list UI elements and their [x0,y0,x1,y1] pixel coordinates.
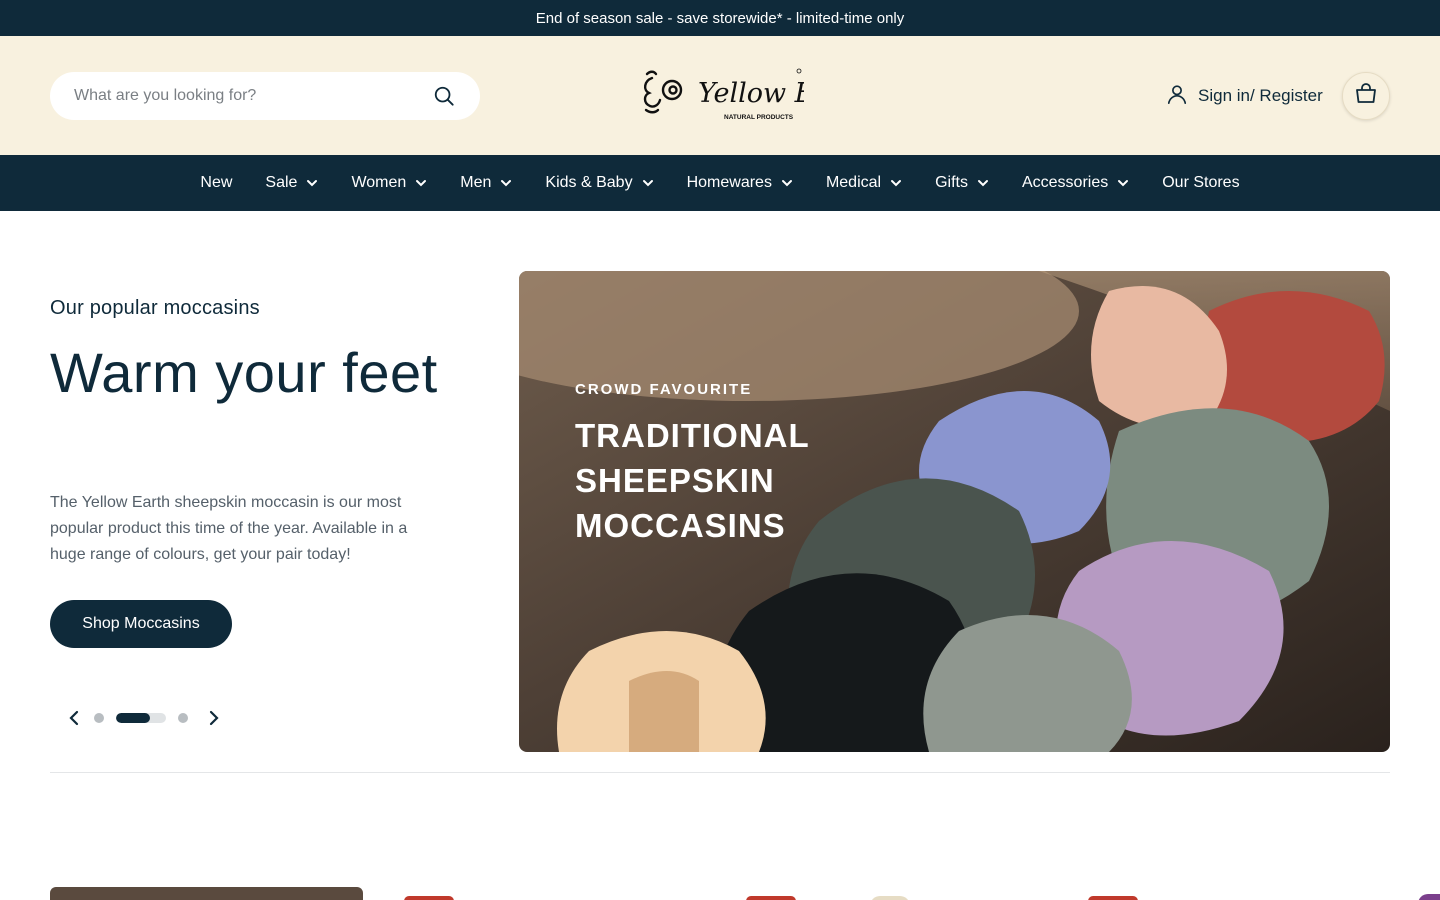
nav-item-our-stores[interactable]: Our Stores [1162,174,1239,192]
account-link[interactable]: Sign in/ Register [1166,83,1323,109]
hero-image-headline: TRADITIONAL SHEEPSKIN MOCCASINS [575,417,810,544]
nav-item-women[interactable]: Women [351,174,427,192]
nav-item-gifts[interactable]: Gifts [935,174,989,192]
sale-badge [1088,896,1138,900]
announcement-bar: End of season sale - save storewide* - l… [0,0,1440,36]
nav-item-accessories[interactable]: Accessories [1022,174,1129,192]
search-icon[interactable] [432,84,456,108]
nav-item-men[interactable]: Men [460,174,512,192]
yellow-earth-logo[interactable]: Yellow Earth NATURAL PRODUCTS [638,66,872,126]
user-icon [1166,83,1188,110]
search-input[interactable] [74,87,432,105]
carousel-dot-active[interactable] [116,713,166,723]
product-card-image[interactable] [1418,894,1440,900]
hero-title: Warm your feet [50,341,438,404]
nav-item-sale[interactable]: Sale [265,174,318,192]
chevron-down-icon [415,174,427,192]
carousel-dot[interactable] [178,713,188,723]
search-bar [50,72,480,120]
chevron-down-icon [977,174,989,192]
hero-subtitle: Our popular moccasins [50,297,260,319]
hero-image[interactable]: CROWD FAVOURITE TRADITIONAL SHEEPSKIN MO… [519,271,1390,752]
hero-description: The Yellow Earth sheepskin moccasin is o… [50,494,408,563]
product-card-image[interactable] [50,887,363,900]
chevron-right-icon[interactable] [202,706,226,730]
account-label: Sign in/ Register [1198,86,1323,105]
nav-item-homewares[interactable]: Homewares [687,174,793,192]
nav-item-new[interactable]: New [200,174,232,192]
announcement-text: End of season sale - save storewide* - l… [535,9,905,27]
chevron-down-icon [781,174,793,192]
chevron-down-icon [306,174,318,192]
logo-tagline: NATURAL PRODUCTS [724,114,794,121]
chevron-down-icon [642,174,654,192]
carousel-controls [62,706,226,730]
hero-image-eyebrow: CROWD FAVOURITE [575,381,753,398]
sale-badge [404,896,454,900]
section-divider [50,772,1390,773]
site-header: Yellow Earth NATURAL PRODUCTS Sign in/ R… [0,36,1440,155]
chevron-left-icon[interactable] [62,706,86,730]
chevron-down-icon [500,174,512,192]
sale-badge [746,896,796,900]
shopping-bag-icon [1354,82,1378,111]
nav-item-medical[interactable]: Medical [826,174,902,192]
chevron-down-icon [1117,174,1129,192]
shop-moccasins-button[interactable]: Shop Moccasins [50,600,232,648]
chevron-down-icon [890,174,902,192]
carousel-dot[interactable] [94,713,104,723]
nav-item-kids-baby[interactable]: Kids & Baby [545,174,653,192]
cart-button[interactable] [1342,72,1390,120]
logo-wordmark: Yellow Earth [698,78,804,109]
main-nav: New Sale Women Men Kids & Baby Homewares… [0,155,1440,211]
product-card-image[interactable] [870,896,910,900]
